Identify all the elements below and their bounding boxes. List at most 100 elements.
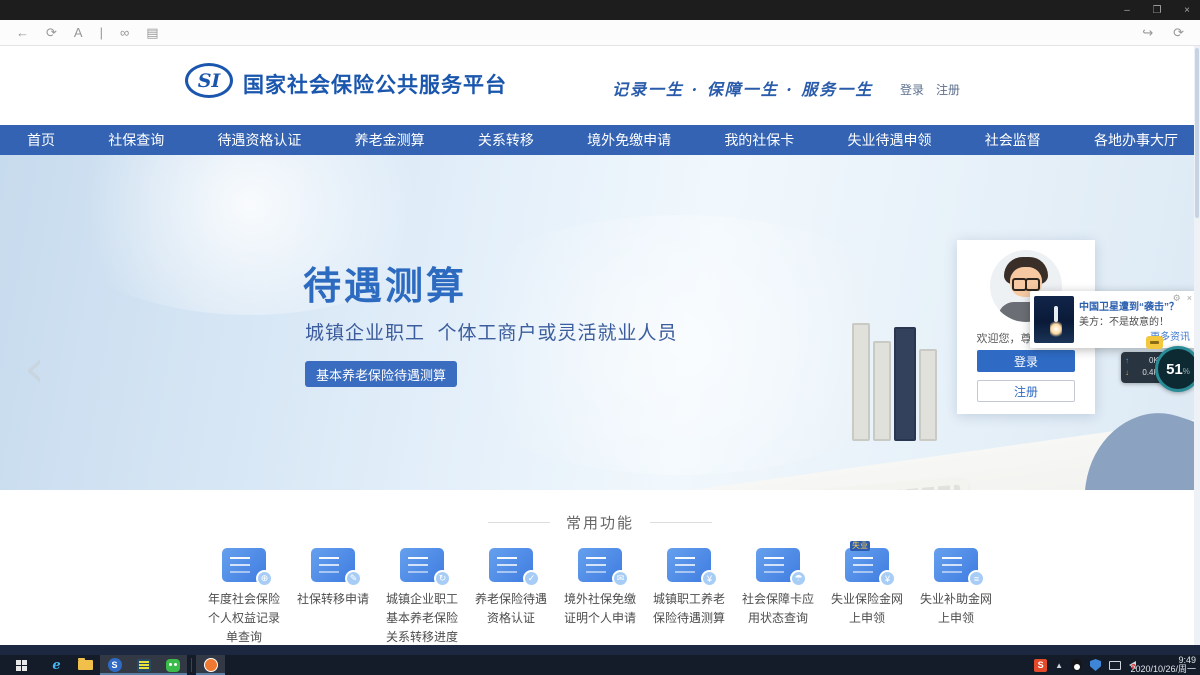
function-item[interactable]: ☂ 社会保障卡应用状态查询 <box>735 548 821 647</box>
news-body: 美方：不是故意的！ <box>1079 313 1169 328</box>
function-item[interactable]: ✎ 社保转移申请 <box>290 548 376 647</box>
minimize-icon[interactable]: – <box>1120 5 1134 16</box>
pension-calc-button[interactable]: 基本养老保险待遇测算 <box>305 361 457 387</box>
common-functions-section: 常用功能 ⊕ 年度社会保险个人权益记录单查询 ✎ <box>0 490 1200 645</box>
share-icon[interactable]: ↪ <box>1142 26 1153 39</box>
start-button[interactable] <box>0 655 42 675</box>
wechat-icon <box>166 659 180 672</box>
card-calculator-icon: ¥ <box>667 548 711 582</box>
function-item[interactable]: ✉ 境外社保免缴证明个人申请 <box>557 548 643 647</box>
maximize-icon[interactable]: ❐ <box>1150 5 1164 16</box>
clipboard-icon: ✉ <box>578 548 622 582</box>
si-app-button[interactable]: S <box>100 655 129 675</box>
function-label: 年度社会保险个人权益记录单查询 <box>206 590 282 647</box>
qq-icon[interactable] <box>1071 659 1082 671</box>
function-item[interactable]: ⊕ 年度社会保险个人权益记录单查询 <box>201 548 287 647</box>
envelope-icon: ≡ <box>934 548 978 582</box>
header-register-link[interactable]: 注册 <box>936 81 960 98</box>
popup-settings-icon[interactable]: ⚙ <box>1173 293 1181 304</box>
security-shield-icon[interactable] <box>1090 659 1101 671</box>
popup-close-icon[interactable]: × <box>1187 293 1192 304</box>
tray-expand-icon[interactable]: ▲ <box>1055 661 1063 670</box>
font-icon[interactable]: A <box>74 26 83 39</box>
page-scrollbar[interactable] <box>1194 46 1200 645</box>
function-item[interactable]: ↻ 城镇企业职工基本养老保险关系转移进度 <box>379 548 465 647</box>
window-controls: – ❐ × <box>1120 0 1194 20</box>
scrollbar-thumb[interactable] <box>1195 48 1199 218</box>
system-tray: S ▲ <box>1034 655 1136 675</box>
toolbar-divider[interactable]: | <box>100 26 103 39</box>
link-icon[interactable]: ∞ <box>120 26 129 39</box>
nav-item[interactable]: 社保查询 <box>108 130 164 150</box>
file-organizer-decoration <box>852 321 952 441</box>
wechat-button[interactable] <box>158 655 187 675</box>
site-title: 国家社会保险公共服务平台 <box>243 69 507 99</box>
idcard-progress-icon: ↻ <box>400 548 444 582</box>
function-item[interactable]: ≡ 失业补助金网上申领 <box>913 548 999 647</box>
function-label: 社会保障卡应用状态查询 <box>740 590 816 628</box>
window-icon[interactable]: ▤ <box>146 26 158 39</box>
news-popup: 中国卫星遭到“袭击”？ 美方：不是故意的！ 更多资讯 ⚙ × <box>1030 291 1197 348</box>
percent-value: 51 <box>1166 361 1183 378</box>
ie-icon: e <box>52 658 60 673</box>
screen: – ❐ × ← ⟳ A | ∞ ▤ ↪ ⟳ <box>0 0 1200 675</box>
sogou-ime-icon[interactable]: S <box>1034 659 1047 672</box>
person-certify-icon: ✓ <box>489 548 533 582</box>
card-edit-icon: ✎ <box>311 548 355 582</box>
window-titlebar: – ❐ × <box>0 0 1200 20</box>
nav-item[interactable]: 我的社保卡 <box>724 130 794 150</box>
function-label: 失业补助金网上申领 <box>918 590 994 628</box>
card-umbrella-icon: ☂ <box>756 548 800 582</box>
ie-taskbar-button[interactable]: e <box>42 655 71 675</box>
download-arrow-icon: ↓ <box>1125 367 1129 379</box>
overlay-badge-icon[interactable] <box>1146 336 1163 349</box>
nav-item[interactable]: 待遇资格认证 <box>217 130 301 150</box>
function-item[interactable]: ¥ 城镇职工养老保险待遇测算 <box>646 548 732 647</box>
nav-item[interactable]: 社会监督 <box>985 130 1041 150</box>
wallet-icon: 失业 ¥ <box>845 548 889 582</box>
refresh-icon[interactable]: ⟳ <box>46 26 57 39</box>
si-app-icon: S <box>108 658 122 672</box>
upload-arrow-icon: ↑ <box>1125 355 1129 367</box>
calendar-search-icon: ⊕ <box>222 548 266 582</box>
function-label: 城镇职工养老保险待遇测算 <box>651 590 727 628</box>
file-explorer-button[interactable] <box>71 655 100 675</box>
windows-logo-icon <box>16 660 27 671</box>
header-links: 登录 注册 <box>900 81 960 98</box>
back-icon[interactable]: ← <box>16 26 29 39</box>
hero-subtitle: 城镇企业职工 个体工商户或灵活就业人员 <box>305 318 678 345</box>
login-button[interactable]: 登录 <box>977 350 1075 372</box>
nav-item[interactable]: 首页 <box>27 130 55 150</box>
news-thumbnail-rocket[interactable] <box>1034 296 1074 343</box>
sogou-browser-icon <box>204 658 218 672</box>
network-icon[interactable] <box>1109 661 1121 670</box>
taskbar-clock[interactable]: 9:49 2020/10/26/周一 <box>1130 656 1196 674</box>
nav-item[interactable]: 养老金测算 <box>355 130 425 150</box>
functions-grid: ⊕ 年度社会保险个人权益记录单查询 ✎ 社保转移申请 ↻ <box>201 548 999 647</box>
header-login-link[interactable]: 登录 <box>900 81 924 98</box>
function-label: 境外社保免缴证明个人申请 <box>562 590 638 628</box>
section-heading-text: 常用功能 <box>566 512 634 533</box>
function-item[interactable]: ✓ 养老保险待遇资格认证 <box>468 548 554 647</box>
main-nav: 首页 社保查询 待遇资格认证 养老金测算 关系转移 境外免缴申请 我的社保卡 失… <box>0 125 1200 155</box>
register-button[interactable]: 注册 <box>977 380 1075 402</box>
nav-item[interactable]: 各地办事大厅 <box>1094 130 1178 150</box>
nav-item[interactable]: 境外免缴申请 <box>587 130 671 150</box>
nav-item[interactable]: 失业待遇申领 <box>848 130 932 150</box>
site-slogan: 记录一生 · 保障一生 · 服务一生 <box>612 76 873 100</box>
folder-icon <box>78 660 93 670</box>
carousel-prev-icon[interactable]: ‹ <box>24 343 45 395</box>
notes-icon <box>137 659 151 672</box>
notes-app-button[interactable] <box>129 655 158 675</box>
function-label: 城镇企业职工基本养老保险关系转移进度 <box>384 590 460 647</box>
taskbar: e S S ▲ 9:49 2020/10/26/周一 <box>0 655 1200 675</box>
sogou-browser-button[interactable] <box>196 655 225 675</box>
toolbar-left-icons: ← ⟳ A | ∞ ▤ <box>16 20 159 45</box>
close-icon[interactable]: × <box>1180 5 1194 16</box>
nav-item[interactable]: 关系转移 <box>478 130 534 150</box>
function-label: 养老保险待遇资格认证 <box>473 590 549 628</box>
site-logo-icon: SI <box>185 63 233 98</box>
section-heading: 常用功能 <box>0 512 1200 533</box>
reload-icon[interactable]: ⟳ <box>1173 26 1184 39</box>
function-item[interactable]: 失业 ¥ 失业保险金网上申领 <box>824 548 910 647</box>
